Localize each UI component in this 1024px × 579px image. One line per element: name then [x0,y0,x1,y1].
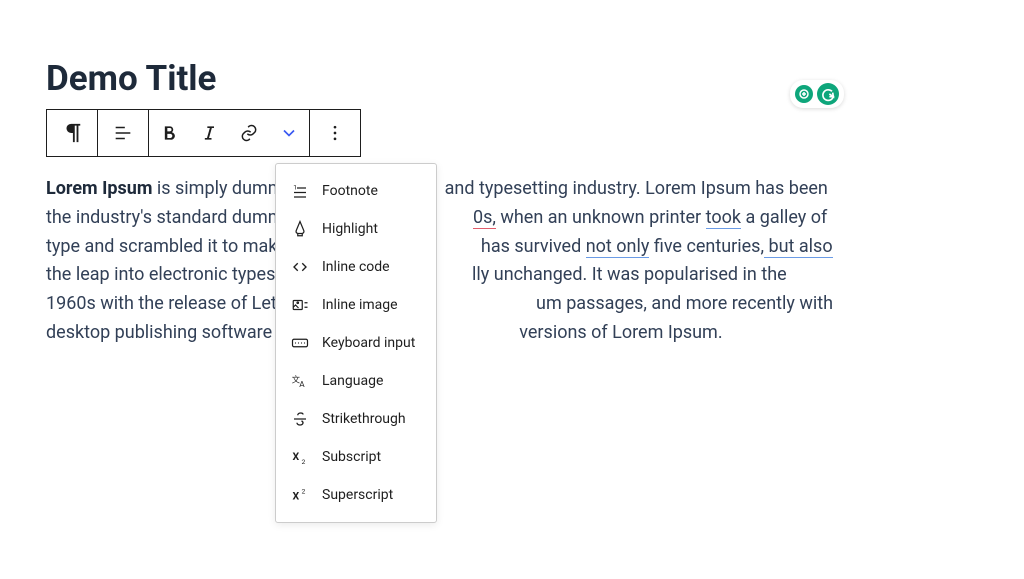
highlight-icon [290,219,310,239]
align-left-icon [112,122,134,144]
strikethrough-icon [290,409,310,429]
dropdown-item-label: Subscript [322,449,381,465]
pilcrow-icon [61,122,83,144]
dropdown-item-label: Superscript [322,487,393,503]
dropdown-item-superscript[interactable]: X2 Superscript [276,476,436,514]
subscript-icon: X2 [290,447,310,467]
dropdown-item-strikethrough[interactable]: Strikethrough [276,400,436,438]
dropdown-item-highlight[interactable]: Highlight [276,210,436,248]
toolbar-group-paragraph [47,110,98,156]
text-segment: the leap into electronic typesettin [46,264,311,285]
inline-code-icon [290,257,310,277]
grammar-underline[interactable]: but also [764,236,833,258]
block-toolbar [46,109,361,157]
italic-icon [199,123,219,143]
align-button[interactable] [98,110,148,156]
superscript-icon: X2 [290,485,310,505]
language-icon: 文A [290,371,310,391]
grammarly-logo-icon [817,83,839,105]
dropdown-item-label: Inline code [322,259,390,275]
toolbar-group-options [310,110,360,156]
svg-text:1: 1 [293,184,297,192]
footnote-icon: 1 [290,181,310,201]
dropdown-item-label: Strikethrough [322,411,406,427]
more-vertical-icon [325,123,345,143]
italic-button[interactable] [189,110,229,156]
text-segment: is simply dumm [152,178,283,199]
toolbar-group-align [98,110,149,156]
dropdown-item-label: Inline image [322,297,398,313]
dropdown-item-label: Language [322,373,383,389]
dropdown-item-subscript[interactable]: X2 Subscript [276,438,436,476]
svg-text:X: X [293,450,300,463]
dropdown-item-keyboard-input[interactable]: Keyboard input [276,324,436,362]
svg-text:A: A [299,380,305,390]
inline-image-icon [290,295,310,315]
link-icon [239,123,259,143]
dropdown-item-inline-code[interactable]: Inline code [276,248,436,286]
dropdown-item-footnote[interactable]: 1 Footnote [276,172,436,210]
inline-formats-dropdown: 1 Footnote Highlight Inline code Inline … [275,163,437,523]
grammarly-plus-icon [795,85,813,103]
more-inline-button[interactable] [269,110,309,156]
svg-text:2: 2 [302,488,306,496]
dropdown-item-language[interactable]: 文A Language [276,362,436,400]
toolbar-group-inline [149,110,310,156]
bold-button[interactable] [149,110,189,156]
bold-text: Lorem Ipsum [46,178,152,199]
dropdown-item-label: Footnote [322,183,378,199]
text-segment: five centuries, [649,236,764,257]
dropdown-item-inline-image[interactable]: Inline image [276,286,436,324]
chevron-down-icon [279,123,299,143]
text-segment: when an unknown printer [496,207,706,228]
grammarly-widget[interactable] [790,80,844,108]
dropdown-item-label: Keyboard input [322,335,415,351]
text-segment: versions of Lorem Ipsum. [515,322,723,343]
grammar-underline[interactable]: took [706,207,741,229]
paragraph-content[interactable]: Lorem Ipsum is simply dummand typesettin… [46,175,836,348]
grammar-underline[interactable]: not only [586,236,650,258]
text-segment: has survived [481,236,586,257]
link-button[interactable] [229,110,269,156]
spellcheck-underline[interactable]: 0s, [473,207,496,229]
bold-icon [159,123,179,143]
svg-text:2: 2 [302,458,306,466]
paragraph-button[interactable] [47,110,97,156]
more-options-button[interactable] [310,110,360,156]
keyboard-input-icon [290,333,310,353]
dropdown-item-label: Highlight [322,221,378,237]
svg-text:X: X [293,490,300,503]
